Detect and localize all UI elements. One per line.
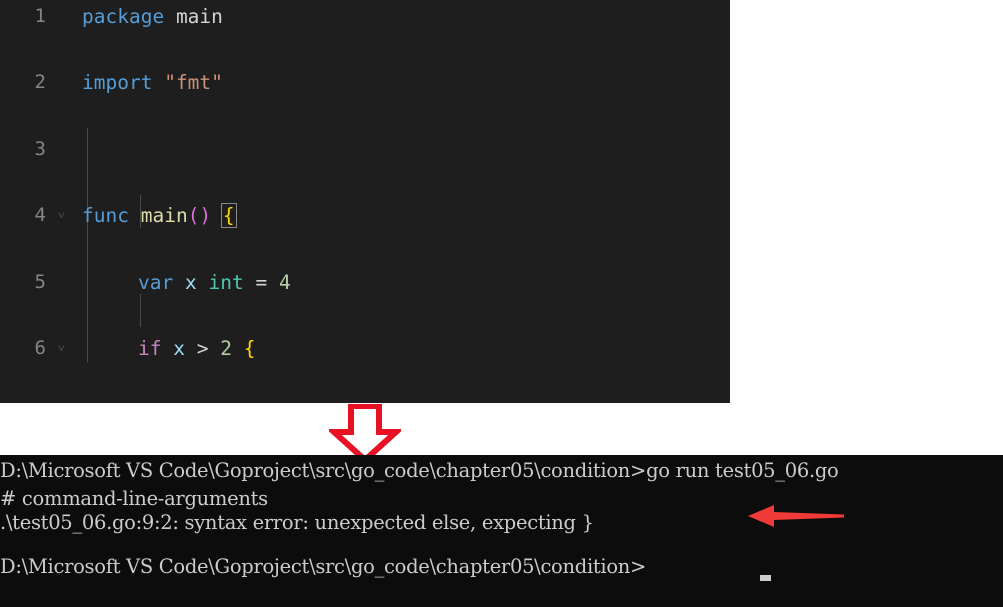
token-parens: () [187, 204, 212, 228]
terminal-line-error-message: .\test05_06.go:9:2: syntax error: unexpe… [0, 511, 594, 534]
line-number: 3 [34, 137, 46, 160]
line-number: 4 [34, 204, 46, 227]
token-identifier: x [173, 336, 185, 360]
code-line-2[interactable]: 2 import "fmt" [0, 66, 730, 99]
token-keyword: import [82, 71, 153, 95]
line-number: 5 [34, 270, 46, 293]
terminal-line-prompt: D:\Microsoft VS Code\Goproject\src\go_co… [0, 555, 647, 578]
line-content: import "fmt" [82, 66, 223, 99]
token-number: 2 [220, 336, 232, 360]
annotation-gap [0, 403, 1003, 455]
line-number: 1 [34, 5, 46, 27]
token-brace: { [243, 336, 256, 360]
code-line-1[interactable]: 1 package main [0, 0, 730, 33]
indent-guide-level2-else [140, 294, 141, 327]
token-operator: = [255, 270, 268, 294]
line-content: var x int = 4 [138, 266, 291, 299]
chevron-down-icon[interactable]: ˅ [58, 332, 74, 365]
line-content: if x > 2 { [138, 332, 255, 365]
code-line-5[interactable]: 5 var x int = 4 [0, 266, 730, 299]
code-line-4[interactable]: 4 ˅ func main() { [0, 199, 730, 232]
chevron-down-icon[interactable]: ˅ [58, 199, 74, 232]
code-line-6[interactable]: 6 ˅ if x > 2 { [0, 332, 730, 365]
token-identifier: x [184, 270, 197, 294]
terminal-line-error-package: # command-line-arguments [0, 487, 268, 510]
token-control-keyword: if [138, 336, 162, 360]
token-function-name: main [140, 204, 188, 228]
code-line-3[interactable]: 3 [0, 133, 730, 166]
terminal-cursor [760, 575, 771, 581]
line-content: func main() { [82, 199, 237, 232]
down-arrow-icon [329, 404, 401, 462]
token-package-name: main [175, 5, 223, 28]
terminal-panel[interactable]: D:\Microsoft VS Code\Goproject\src\go_co… [0, 455, 1003, 607]
code-editor[interactable]: 1 package main 2 import "fmt" 3 4 ˅ func… [0, 0, 730, 403]
token-string: "fmt" [164, 71, 223, 95]
token-keyword: func [82, 204, 129, 228]
line-number: 6 [34, 336, 46, 359]
token-number: 4 [278, 270, 291, 294]
token-type: int [208, 270, 244, 294]
line-number: 2 [34, 71, 46, 94]
token-operator: > [196, 336, 209, 360]
token-brace-matched: { [220, 203, 237, 229]
left-arrow-icon [748, 505, 844, 527]
line-content: package main [82, 0, 223, 33]
terminal-line-command: D:\Microsoft VS Code\Goproject\src\go_co… [0, 459, 839, 482]
token-keyword: package [82, 5, 165, 28]
token-keyword: var [138, 270, 174, 294]
